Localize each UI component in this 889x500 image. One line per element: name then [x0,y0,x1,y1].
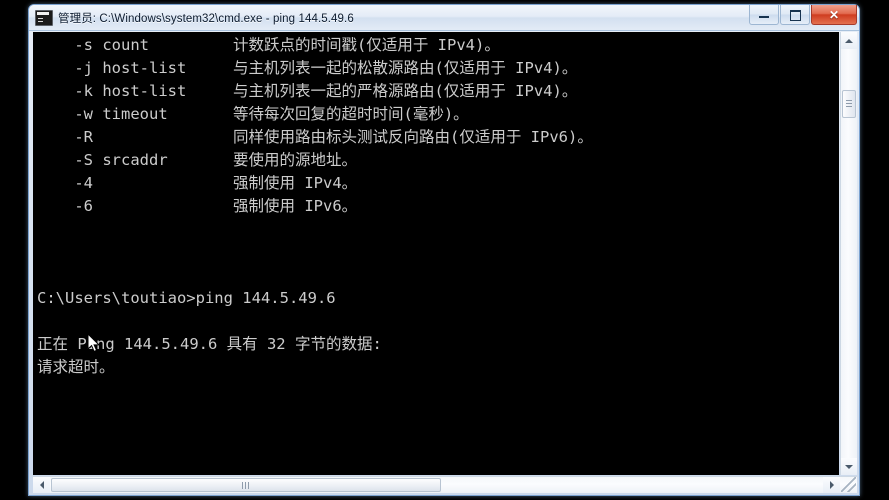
vertical-scrollbar[interactable] [840,32,857,475]
cmd-console-icon [35,9,53,26]
scroll-left-icon [39,481,44,489]
option-flag: -j host-list [37,59,187,77]
maximize-icon [790,10,801,21]
scroll-right-button[interactable] [823,477,840,493]
window-titlebar[interactable]: 管理员: C:\Windows\system32\cmd.exe - ping … [29,5,859,31]
scroll-thumb-grip-icon [242,482,243,489]
scroll-down-icon [845,464,853,469]
scroll-up-button[interactable] [841,32,857,49]
option-description: 与主机列表一起的严格源路由(仅适用于 IPv4)。 [233,82,578,100]
option-flag: -R [37,128,93,146]
option-flag: -s count [37,36,149,54]
option-description: 计数跃点的时间戳(仅适用于 IPv4)。 [233,36,500,54]
option-description: 强制使用 IPv6。 [233,197,358,215]
scroll-up-icon [845,38,853,43]
vertical-scroll-thumb[interactable] [842,90,856,118]
option-flag: -4 [37,174,93,192]
close-icon: ✕ [828,7,840,22]
help-line: -k host-list 与主机列表一起的严格源路由(仅适用于 IPv4)。 [37,80,839,103]
help-line: -j host-list 与主机列表一起的松散源路由(仅适用于 IPv4)。 [37,57,839,80]
option-flag: -6 [37,197,93,215]
scroll-left-button[interactable] [33,477,50,493]
close-button[interactable]: ✕ [811,5,857,25]
help-line: -s count 计数跃点的时间戳(仅适用于 IPv4)。 [37,34,839,57]
option-flag: -k host-list [37,82,187,100]
option-flag: -S srcaddr [37,151,168,169]
ping-output-line: 正在 Ping 144.5.49.6 具有 32 字节的数据: [37,335,382,353]
minimize-button[interactable] [749,5,779,25]
window-title: 管理员: C:\Windows\system32\cmd.exe - ping … [58,12,354,25]
option-description: 与主机列表一起的松散源路由(仅适用于 IPv4)。 [233,59,578,77]
option-description: 等待每次回复的超时时间(毫秒)。 [233,105,469,123]
option-flag: -w timeout [37,105,168,123]
scroll-down-button[interactable] [841,458,857,475]
command-prompt-line: C:\Users\toutiao>ping 144.5.49.6 [37,289,336,307]
option-description: 强制使用 IPv4。 [233,174,358,192]
scroll-right-icon [829,481,834,489]
horizontal-scroll-thumb[interactable] [51,478,441,492]
help-line: -w timeout 等待每次回复的超时时间(毫秒)。 [37,103,839,126]
console-output[interactable]: -s count 计数跃点的时间戳(仅适用于 IPv4)。 -j host-lis… [33,32,839,475]
help-line: -6 强制使用 IPv6。 [37,195,839,218]
console-area: -s count 计数跃点的时间戳(仅适用于 IPv4)。 -j host-lis… [33,32,857,493]
minimize-icon [759,16,769,18]
help-line: -4 强制使用 IPv4。 [37,172,839,195]
ping-output-line: 请求超时。 [37,358,115,376]
desktop-background: 管理员: C:\Windows\system32\cmd.exe - ping … [0,0,889,500]
horizontal-scrollbar[interactable] [33,476,857,493]
option-description: 要使用的源地址。 [233,151,358,169]
scroll-thumb-grip-icon [846,100,852,101]
option-description: 同样使用路由标头测试反向路由(仅适用于 IPv6)。 [233,128,593,146]
help-line: -R 同样使用路由标头测试反向路由(仅适用于 IPv6)。 [37,126,839,149]
help-line: -S srcaddr 要使用的源地址。 [37,149,839,172]
command-prompt-window: 管理员: C:\Windows\system32\cmd.exe - ping … [28,4,860,496]
window-resize-grip[interactable] [841,477,856,492]
maximize-button[interactable] [780,5,810,25]
window-controls: ✕ [749,5,857,25]
